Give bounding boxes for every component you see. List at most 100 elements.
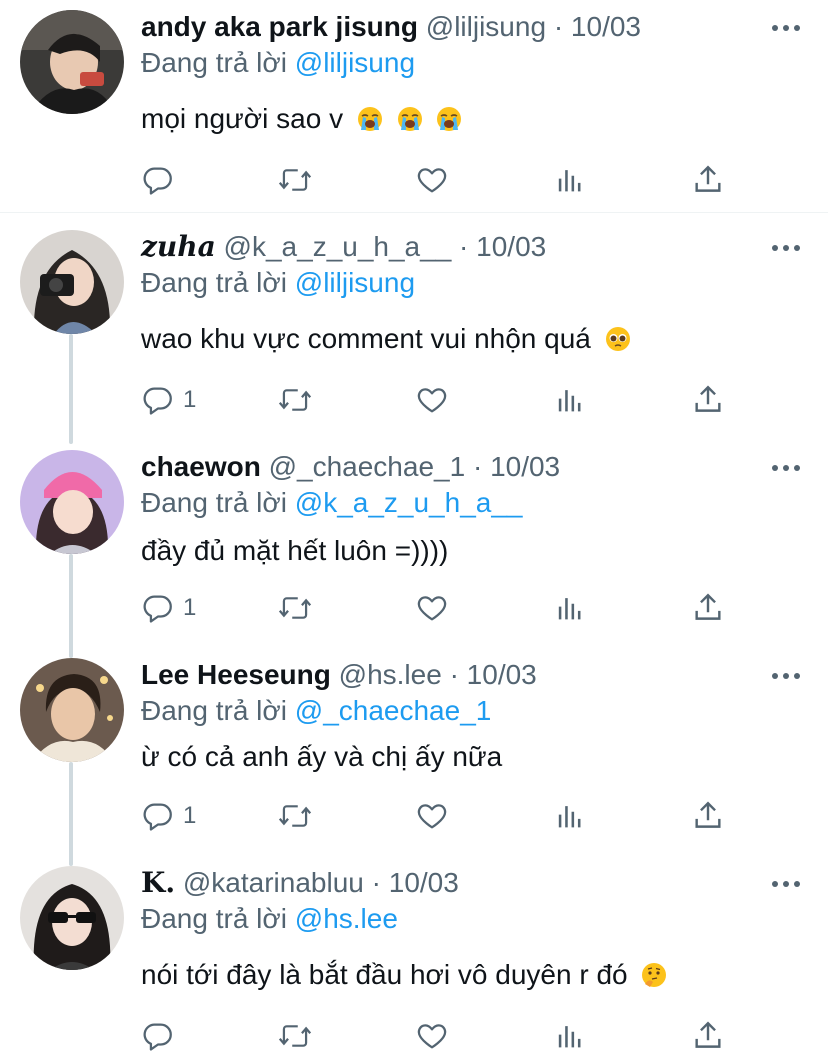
tweet-header: chaewon @_chaechae_1 · 10/03: [141, 450, 560, 484]
tweet-date[interactable]: 10/03: [476, 231, 546, 262]
more-icon[interactable]: [772, 14, 800, 42]
display-name[interactable]: Lee Heeseung: [141, 659, 331, 690]
display-name[interactable]: andy aka park jisung: [141, 11, 418, 42]
share-icon: [695, 385, 721, 412]
tweet-header: Lee Heeseung @hs.lee · 10/03: [141, 658, 537, 692]
tweet-date[interactable]: 10/03: [490, 451, 560, 482]
retweet-button[interactable]: [277, 382, 313, 418]
tweet[interactable]: K. @katarinabluu · 10/03 Đang trả lời @h…: [0, 856, 828, 1061]
more-icon[interactable]: [772, 234, 800, 262]
heart-icon: [417, 168, 447, 193]
views-button[interactable]: [553, 798, 587, 834]
user-handle[interactable]: @_chaechae_1: [269, 451, 466, 482]
tweet-text-content: mọi người sao v: [141, 103, 344, 134]
tweet-text: nói tới đây là bắt đầu hơi vô duyên r đó: [141, 958, 667, 992]
replying-to-label: Đang trả lời: [141, 47, 287, 78]
like-button[interactable]: [415, 162, 449, 198]
loudly-crying-face-emoji: [397, 107, 422, 131]
retweet-button[interactable]: [277, 590, 313, 626]
reply-mention-link[interactable]: @hs.lee: [295, 903, 398, 934]
share-icon: [695, 165, 721, 192]
tweet-date[interactable]: 10/03: [467, 659, 537, 690]
user-handle[interactable]: @hs.lee: [339, 659, 442, 690]
tweet-actions: [141, 162, 741, 198]
reply-thread: andy aka park jisung @liljisung · 10/03 …: [0, 0, 828, 1061]
retweet-button[interactable]: [277, 162, 313, 198]
reply-button[interactable]: 1: [141, 590, 196, 626]
share-button[interactable]: [691, 162, 725, 198]
display-name[interactable]: zuha: [141, 230, 216, 263]
replying-to: Đang trả lời @liljisung: [141, 46, 415, 80]
separator-dot: ·: [459, 231, 469, 262]
tweet-header: andy aka park jisung @liljisung · 10/03: [141, 10, 641, 44]
reply-count: 1: [183, 594, 197, 621]
reply-button[interactable]: 1: [141, 382, 196, 418]
tweet[interactable]: Lee Heeseung @hs.lee · 10/03 Đang trả lờ…: [0, 648, 828, 866]
thread-connector: [69, 334, 73, 444]
avatar[interactable]: [20, 230, 124, 334]
reply-button[interactable]: [141, 1018, 183, 1054]
avatar[interactable]: [20, 10, 124, 114]
avatar[interactable]: [20, 866, 124, 970]
share-icon: [695, 801, 721, 828]
reply-button[interactable]: [141, 162, 183, 198]
user-handle[interactable]: @k_a_z_u_h_a__: [224, 231, 452, 262]
share-button[interactable]: [691, 382, 725, 418]
retweet-icon: [278, 1025, 312, 1047]
share-button[interactable]: [691, 1018, 725, 1054]
tweet-text: đầy đủ mặt hết luôn =)))): [141, 534, 448, 568]
retweet-icon: [278, 169, 312, 191]
reply-icon: [143, 803, 172, 831]
like-button[interactable]: [415, 382, 449, 418]
thread-connector: [69, 554, 73, 658]
like-button[interactable]: [415, 590, 449, 626]
more-icon[interactable]: [772, 454, 800, 482]
avatar[interactable]: [20, 450, 124, 554]
reply-mention-link[interactable]: @liljisung: [295, 47, 415, 78]
user-handle[interactable]: @katarinabluu: [183, 867, 364, 898]
thinking-face-emoji: [642, 963, 667, 987]
reply-icon: [143, 167, 172, 195]
tweet[interactable]: andy aka park jisung @liljisung · 10/03 …: [0, 0, 828, 212]
views-button[interactable]: [553, 382, 587, 418]
tweet-text-content: đầy đủ mặt hết luôn =)))): [141, 535, 449, 566]
replying-to: Đang trả lời @hs.lee: [141, 902, 398, 936]
tweet-actions: 1: [141, 798, 741, 834]
reply-mention-link[interactable]: @k_a_z_u_h_a__: [295, 487, 523, 518]
share-button[interactable]: [691, 590, 725, 626]
share-button[interactable]: [691, 798, 725, 834]
tweet[interactable]: chaewon @_chaechae_1 · 10/03 Đang trả lờ…: [0, 440, 828, 658]
divider: [0, 212, 828, 213]
reply-icon: [143, 1023, 172, 1051]
tweet-date[interactable]: 10/03: [571, 11, 641, 42]
reply-mention-link[interactable]: @liljisung: [295, 267, 415, 298]
tweet-date[interactable]: 10/03: [389, 867, 459, 898]
tweet[interactable]: zuha @k_a_z_u_h_a__ · 10/03 Đang trả lời…: [0, 220, 828, 444]
replying-to-label: Đang trả lời: [141, 267, 287, 298]
user-handle[interactable]: @liljisung: [426, 11, 546, 42]
more-icon[interactable]: [772, 662, 800, 690]
separator-dot: ·: [472, 451, 483, 482]
retweet-button[interactable]: [277, 798, 313, 834]
replying-to: Đang trả lời @liljisung: [141, 266, 415, 300]
like-button[interactable]: [415, 798, 449, 834]
display-name[interactable]: K.: [141, 866, 175, 899]
replying-to-label: Đang trả lời: [141, 487, 287, 518]
display-name[interactable]: chaewon: [141, 451, 261, 482]
tweet-header: K. @katarinabluu · 10/03: [141, 866, 459, 900]
like-button[interactable]: [415, 1018, 449, 1054]
reply-icon: [143, 595, 172, 623]
retweet-icon: [278, 389, 312, 411]
more-icon[interactable]: [772, 870, 800, 898]
pleading-face-emoji: [605, 327, 630, 351]
views-button[interactable]: [553, 590, 587, 626]
retweet-button[interactable]: [277, 1018, 313, 1054]
heart-icon: [417, 388, 447, 413]
replying-to-label: Đang trả lời: [141, 903, 287, 934]
reply-button[interactable]: 1: [141, 798, 196, 834]
views-button[interactable]: [553, 162, 587, 198]
replying-to: Đang trả lời @_chaechae_1: [141, 694, 491, 728]
views-button[interactable]: [553, 1018, 587, 1054]
avatar[interactable]: [20, 658, 124, 762]
reply-mention-link[interactable]: @_chaechae_1: [295, 695, 492, 726]
